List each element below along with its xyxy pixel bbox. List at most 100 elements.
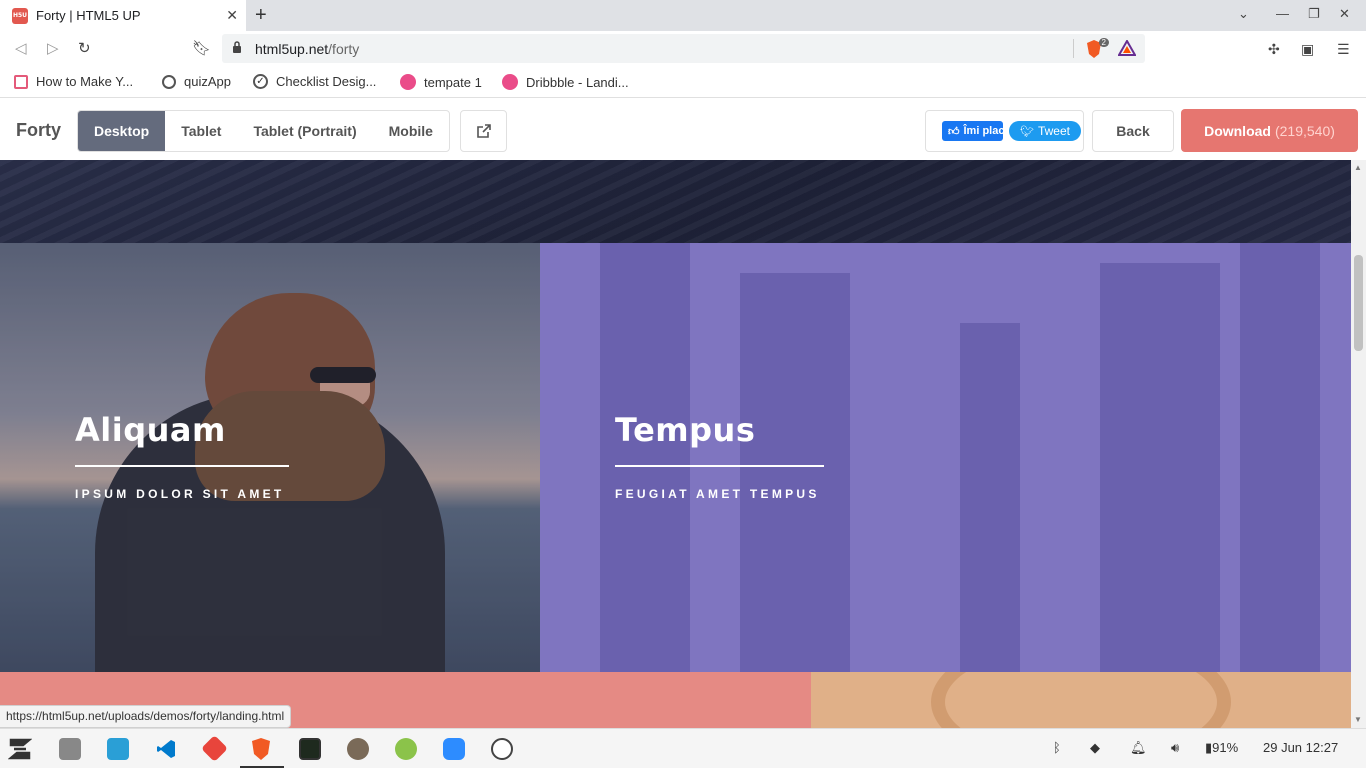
tile-divider (615, 465, 824, 467)
bookmark-label: quizApp (184, 74, 231, 89)
git-icon[interactable] (201, 735, 228, 762)
volume-icon[interactable]: 🔊︎ (1171, 740, 1179, 756)
tweet-label: Tweet (1037, 124, 1070, 138)
check-circle-icon: ✓ (253, 74, 268, 89)
system-monitor-icon[interactable] (299, 738, 321, 760)
download-button[interactable]: Download (219,540) (1181, 109, 1358, 152)
viewport-switcher: Desktop Tablet Tablet (Portrait) Mobile (77, 110, 450, 152)
tile-title[interactable]: Tempus (615, 411, 824, 449)
zoom-icon[interactable] (443, 738, 465, 760)
url-host: html5up.net (255, 41, 329, 57)
site-favicon-icon: H5U (12, 7, 28, 24)
bookmark-item[interactable]: ✓ Checklist Desig... (253, 74, 376, 89)
viewport-tablet-button[interactable]: Tablet (165, 111, 237, 151)
taskbar: ᛒ ◆ 🔔︎ 🔊︎ ▮91% 29 Jun 12:27 (0, 728, 1366, 768)
tile-tempus[interactable]: Tempus FEUGIAT AMET TEMPUS (540, 243, 1351, 672)
banner-image (0, 160, 1351, 243)
wallet-icon[interactable]: ▣ (1301, 41, 1314, 58)
bookmark-label: Dribbble - Landi... (526, 74, 629, 90)
zorin-menu-icon[interactable] (8, 738, 32, 760)
gimp-icon[interactable] (347, 738, 369, 760)
bookmark-label: tempate 1 (424, 74, 482, 90)
wifi-icon[interactable]: ◆ (1090, 740, 1100, 756)
brave-browser-icon[interactable] (250, 737, 272, 761)
scroll-thumb[interactable] (1354, 255, 1363, 351)
new-tab-icon[interactable]: + (255, 4, 267, 27)
notifications-icon[interactable]: 🔔︎ (1130, 740, 1147, 756)
brave-rewards-icon[interactable] (1118, 40, 1136, 56)
facebook-like-label: Îmi place (963, 125, 1004, 137)
viewport-tablet-portrait-button[interactable]: Tablet (Portrait) (237, 111, 372, 151)
clock-datetime[interactable]: 29 Jun 12:27 (1263, 740, 1338, 755)
reload-icon[interactable]: ↻ (78, 39, 91, 57)
close-tab-icon[interactable]: ✕ (226, 7, 238, 24)
building-shape (1240, 243, 1320, 672)
browser-toolbar: ◁ ▷ ↻ 🔖︎ html5up.net/forty 2 ✣ ▣ ☰ (0, 31, 1366, 67)
tile-caption: Aliquam IPSUM DOLOR SIT AMET (75, 411, 289, 501)
bookmark-label: Checklist Desig... (276, 74, 377, 89)
building-shape (960, 323, 1020, 672)
url-path: /forty (328, 41, 360, 57)
battery-percent: 91% (1212, 740, 1239, 755)
demo-bar: Forty Desktop Tablet Tablet (Portrait) M… (0, 100, 1366, 160)
lock-icon (233, 41, 241, 53)
tweet-button[interactable]: 🐦︎ Tweet (1009, 121, 1081, 141)
globe-icon (162, 74, 176, 89)
thumbs-up-icon: 👍︎ (948, 125, 960, 138)
viewport-mobile-button[interactable]: Mobile (373, 111, 449, 151)
bookmark-label: How to Make Y... (36, 74, 134, 89)
scroll-down-icon[interactable]: ▼ (1354, 715, 1362, 724)
forward-icon[interactable]: ▷ (47, 39, 59, 57)
video-icon (14, 74, 28, 89)
bookmark-page-icon[interactable]: 🔖︎ (192, 39, 211, 57)
tile-fourth[interactable] (811, 672, 1351, 728)
tab-search-icon[interactable]: ⌄ (1238, 6, 1249, 22)
files-icon[interactable] (59, 738, 81, 760)
tile-subtitle: FEUGIAT AMET TEMPUS (615, 487, 820, 501)
bookmark-item[interactable]: quizApp (162, 74, 231, 89)
tile-caption: Tempus FEUGIAT AMET TEMPUS (615, 411, 824, 501)
bookmark-item[interactable]: Dribbble - Landi... (502, 74, 629, 90)
tile-title[interactable]: Aliquam (75, 411, 289, 449)
back-button[interactable]: Back (1092, 110, 1174, 152)
tile-subtitle: IPSUM DOLOR SIT AMET (75, 487, 285, 501)
facebook-like-button[interactable]: 👍︎ Îmi place (942, 121, 1003, 141)
software-store-icon[interactable] (107, 738, 129, 760)
viewport-desktop-button[interactable]: Desktop (78, 111, 166, 151)
back-icon[interactable]: ◁ (15, 39, 27, 57)
shield-count-badge: 2 (1098, 38, 1109, 47)
scroll-up-icon[interactable]: ▲ (1354, 163, 1362, 172)
tile-aliquam[interactable]: Aliquam IPSUM DOLOR SIT AMET (0, 243, 540, 672)
download-count: (219,540) (1274, 122, 1335, 139)
bookmarks-bar: How to Make Y... quizApp ✓ Checklist Des… (0, 67, 1366, 98)
address-bar[interactable]: html5up.net/forty 2 (222, 34, 1145, 63)
bookmark-item[interactable]: How to Make Y... (14, 74, 133, 89)
close-window-icon[interactable]: ✕ (1339, 6, 1350, 22)
extensions-icon[interactable]: ✣ (1268, 41, 1280, 58)
demo-viewport: Aliquam IPSUM DOLOR SIT AMET Tempus FEUG… (0, 160, 1351, 728)
open-in-new-window-button[interactable] (460, 110, 507, 152)
browser-tab[interactable]: H5U Forty | HTML5 UP ✕ (0, 0, 246, 31)
social-buttons: 👍︎ Îmi place 🐦︎ Tweet (925, 110, 1084, 152)
compass-app-icon[interactable] (395, 738, 417, 760)
omnibox-divider (1073, 39, 1074, 58)
minimize-icon[interactable]: — (1276, 6, 1289, 21)
menu-icon[interactable]: ☰ (1337, 41, 1350, 58)
tab-strip: H5U Forty | HTML5 UP ✕ + ⌄ — ❐ ✕ (0, 0, 1366, 31)
url-text: html5up.net/forty (255, 41, 359, 57)
tile-divider (75, 465, 289, 467)
vscode-icon[interactable] (155, 738, 177, 760)
battery-indicator[interactable]: ▮91% (1205, 740, 1238, 756)
twitter-bird-icon: 🐦︎ (1020, 125, 1034, 138)
link-status-bubble: https://html5up.net/uploads/demos/forty/… (0, 705, 292, 728)
page-scrollbar[interactable]: ▲ ▼ (1351, 160, 1366, 728)
clock-icon[interactable] (491, 738, 513, 760)
bookmark-item[interactable]: tempate 1 (400, 74, 482, 90)
tile-image-detail (931, 672, 1231, 728)
maximize-icon[interactable]: ❐ (1308, 6, 1320, 22)
bluetooth-icon[interactable]: ᛒ (1053, 740, 1061, 755)
dribbble-icon (502, 74, 518, 90)
building-shape (1100, 263, 1220, 672)
download-label: Download (1204, 122, 1271, 139)
dribbble-icon (400, 74, 416, 90)
